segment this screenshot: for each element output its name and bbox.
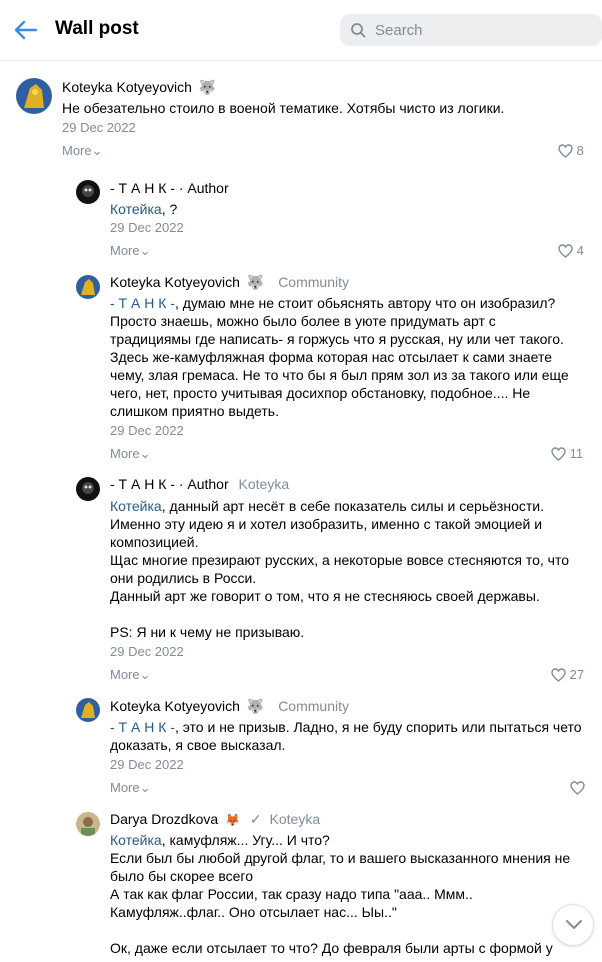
more-label: More — [62, 143, 92, 158]
more-label: More — [110, 780, 140, 795]
comment-body: , ? — [161, 201, 178, 217]
mention-link[interactable]: Котейка — [110, 201, 162, 217]
back-arrow-icon[interactable] — [12, 18, 38, 42]
community-tag: Community — [278, 274, 349, 290]
more-button[interactable]: More⌄ — [62, 143, 103, 159]
mention-link[interactable]: - Т А Н К - — [110, 719, 175, 735]
like-count: 11 — [569, 446, 584, 461]
comment-author[interactable]: Koteyka Kotyeyovich 🐺 Community — [110, 698, 349, 715]
author-name[interactable]: - Т А Н К - · Author — [110, 476, 229, 492]
search-icon — [351, 23, 366, 38]
header-divider — [0, 60, 602, 61]
avatar[interactable] — [76, 477, 100, 501]
comment-text: Котейка, камуфляж... Угу... И что? Если … — [110, 831, 590, 957]
chevron-down-icon — [566, 920, 582, 929]
mention-link[interactable]: Котейка — [110, 832, 162, 848]
chevron-down-icon: ⌄ — [139, 667, 151, 682]
like-count: 27 — [569, 667, 585, 682]
chevron-down-icon: ⌄ — [91, 143, 103, 158]
reply-arrow-icon: ✓ — [249, 811, 262, 827]
wolf-icon: 🐺 — [246, 274, 265, 290]
more-label: More — [110, 667, 140, 682]
avatar[interactable] — [76, 275, 100, 299]
comment-text: Котейка, ? — [110, 200, 590, 218]
comment-body: , думаю мне не стоит обьяснять автору чт… — [110, 295, 569, 419]
comment-date[interactable]: 29 Dec 2022 — [110, 644, 184, 659]
comment-text: - Т А Н К -, думаю мне не стоит обьяснят… — [110, 294, 590, 420]
chevron-down-icon: ⌄ — [139, 446, 151, 461]
fox-icon: 🦊 — [225, 813, 240, 827]
author-name[interactable]: Darya Drozdkova — [110, 811, 218, 827]
comment-date[interactable]: 29 Dec 2022 — [110, 423, 184, 438]
header-bar: Wall post Search — [0, 0, 602, 60]
mention-link[interactable]: Котейка — [110, 498, 162, 514]
comment-author[interactable]: Darya Drozdkova 🦊 ✓ Koteyka — [110, 811, 320, 828]
comment-author[interactable]: Koteyka Kotyeyovich 🐺 — [62, 79, 216, 96]
author-name[interactable]: Koteyka Kotyeyovich — [110, 274, 240, 290]
wolf-icon: 🐺 — [246, 698, 265, 714]
search-placeholder: Search — [375, 22, 423, 39]
avatar[interactable] — [76, 812, 100, 836]
like-button[interactable]: 8 — [558, 143, 584, 158]
comment-text: - Т А Н К -, это и не призыв. Ладно, я н… — [110, 718, 590, 754]
comment-body: , данный арт несёт в себе показатель сил… — [110, 498, 570, 640]
author-name[interactable]: Koteyka Kotyeyovich — [110, 698, 240, 714]
more-label: More — [110, 243, 140, 258]
comment-date[interactable]: 29 Dec 2022 — [110, 220, 184, 235]
comment-date[interactable]: 29 Dec 2022 — [62, 120, 136, 135]
comment-author[interactable]: Koteyka Kotyeyovich 🐺 Community — [110, 274, 349, 291]
comment-author[interactable]: - Т А Н К - · Author — [110, 180, 229, 196]
heart-icon — [558, 144, 573, 158]
like-count: 4 — [576, 243, 584, 258]
chevron-down-icon: ⌄ — [139, 780, 151, 795]
heart-icon — [551, 447, 566, 461]
like-button[interactable]: 4 — [558, 243, 584, 258]
more-button[interactable]: More⌄ — [110, 780, 151, 796]
scroll-down-button[interactable] — [552, 904, 594, 946]
heart-icon — [570, 781, 585, 795]
heart-icon — [558, 244, 573, 258]
heart-icon — [551, 668, 566, 682]
author-name[interactable]: - Т А Н К - · Author — [110, 180, 229, 196]
more-label: More — [110, 446, 140, 461]
more-button[interactable]: More⌄ — [110, 667, 151, 683]
page-title: Wall post — [55, 18, 139, 39]
wolf-icon: 🐺 — [198, 79, 217, 95]
author-name[interactable]: Koteyka Kotyeyovich — [62, 79, 192, 95]
like-count: 8 — [576, 143, 584, 158]
community-tag: Community — [278, 698, 349, 714]
reply-to-tag[interactable]: Koteyka — [239, 476, 290, 492]
avatar[interactable] — [76, 180, 100, 204]
more-button[interactable]: More⌄ — [110, 446, 151, 462]
like-button[interactable]: 11 — [551, 446, 583, 461]
search-input[interactable]: Search — [340, 14, 602, 46]
mention-link[interactable]: - Т А Н К - — [110, 295, 175, 311]
comment-date[interactable]: 29 Dec 2022 — [110, 757, 184, 772]
avatar[interactable] — [16, 78, 52, 114]
reply-to-tag[interactable]: Koteyka — [270, 811, 321, 827]
chevron-down-icon: ⌄ — [139, 243, 151, 258]
comment-text: Котейка, данный арт несёт в себе показат… — [110, 497, 590, 641]
like-button[interactable]: 27 — [551, 667, 584, 682]
like-button[interactable] — [570, 780, 585, 795]
comment-author[interactable]: - Т А Н К - · Author Koteyka — [110, 476, 289, 492]
more-button[interactable]: More⌄ — [110, 243, 151, 259]
comment-text: Не обезательно стоило в военой тематике.… — [62, 100, 505, 116]
comment-body: , это и не призыв. Ладно, я не буду спор… — [110, 719, 582, 753]
comment-body: , камуфляж... Угу... И что? Если был бы … — [110, 832, 571, 956]
avatar[interactable] — [76, 698, 100, 722]
